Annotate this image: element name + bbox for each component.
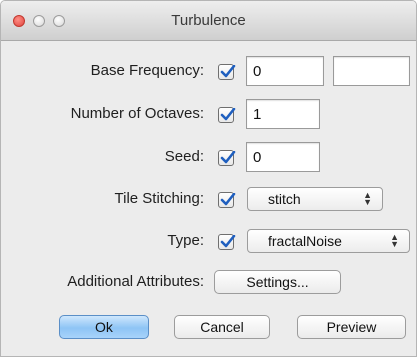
base-frequency-y-field[interactable]: [333, 56, 410, 86]
up-down-arrows-icon: ▲ ▼: [363, 190, 372, 207]
base-frequency-label: Base Frequency:: [90, 62, 204, 79]
num-octaves-field[interactable]: 1: [246, 99, 320, 129]
checkmark-icon: [220, 235, 236, 248]
checkmark-icon: [220, 193, 236, 206]
seed-label: Seed:: [164, 148, 204, 165]
base-frequency-x-field[interactable]: 0: [246, 56, 324, 86]
tile-stitching-label: Tile Stitching:: [114, 190, 204, 207]
up-down-arrows-icon: ▲ ▼: [390, 232, 399, 249]
cancel-button[interactable]: Cancel: [174, 315, 270, 339]
checkmark-icon: [220, 65, 236, 78]
seed-checkbox[interactable]: [218, 150, 236, 166]
preview-button[interactable]: Preview: [297, 315, 406, 339]
seed-field[interactable]: 0: [246, 142, 320, 172]
window-title: Turbulence: [171, 12, 246, 29]
tile-stitching-popup[interactable]: stitch ▲ ▼: [247, 187, 383, 211]
tile-stitching-checkbox[interactable]: [218, 192, 236, 208]
type-label: Type:: [167, 232, 204, 249]
additional-attributes-label: Additional Attributes:: [67, 273, 204, 290]
checkmark-icon: [220, 151, 236, 164]
num-octaves-checkbox[interactable]: [218, 107, 236, 123]
checkmark-icon: [220, 108, 236, 121]
turbulence-dialog: Turbulence Base Frequency: 0 Number of O…: [0, 0, 417, 357]
type-popup[interactable]: fractalNoise ▲ ▼: [247, 229, 410, 253]
base-frequency-checkbox[interactable]: [218, 64, 236, 80]
dialog-content: Base Frequency: 0 Number of Octaves: 1 S…: [1, 41, 416, 356]
ok-button[interactable]: Ok: [59, 315, 149, 339]
num-octaves-label: Number of Octaves:: [70, 105, 204, 122]
settings-button[interactable]: Settings...: [214, 270, 341, 294]
title-bar[interactable]: Turbulence: [1, 1, 416, 41]
type-selected: fractalNoise: [268, 233, 342, 249]
tile-stitching-selected: stitch: [268, 191, 301, 207]
type-checkbox[interactable]: [218, 234, 236, 250]
